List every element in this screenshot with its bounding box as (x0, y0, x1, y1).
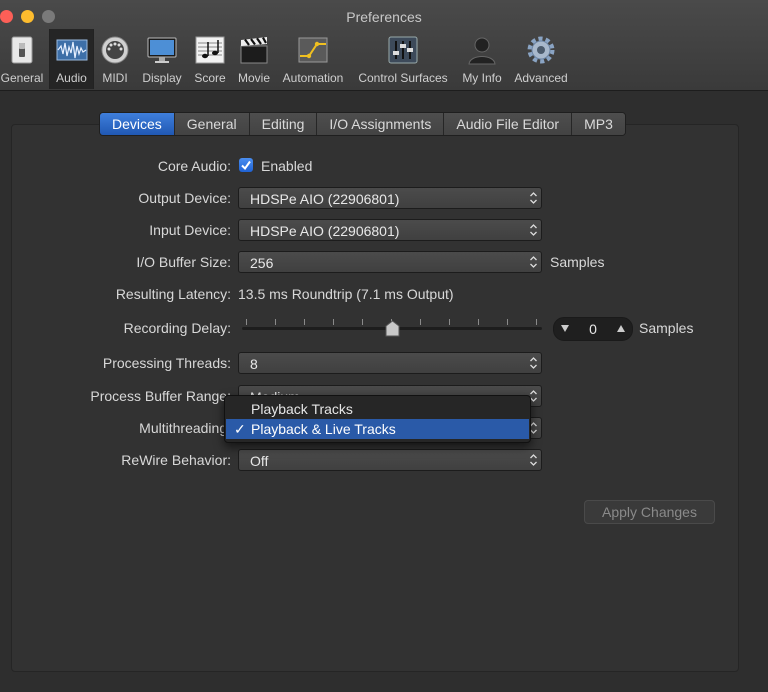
mixer-faders-icon (388, 36, 418, 64)
midi-port-icon (101, 36, 129, 64)
processing-threads-value: 8 (250, 356, 258, 372)
input-device-label: Input Device: (149, 222, 231, 238)
menu-item-playback-tracks[interactable]: Playback Tracks (226, 399, 529, 419)
person-icon (468, 37, 496, 65)
popup-arrows-icon (530, 192, 537, 204)
popup-arrows-icon (530, 256, 537, 268)
toolbar-item-audio[interactable]: Audio (49, 29, 94, 89)
checkmark-icon (241, 160, 251, 171)
increment-icon[interactable] (616, 324, 626, 333)
toolbar-label: MIDI (102, 71, 128, 85)
tab-mp3[interactable]: MP3 (572, 113, 625, 135)
output-device-label: Output Device: (138, 190, 231, 206)
popup-arrows-icon (530, 357, 537, 369)
toolbar-item-display[interactable]: Display (139, 29, 185, 89)
io-buffer-size-popup[interactable]: 256 (238, 251, 542, 273)
toolbar-label: Movie (237, 71, 270, 85)
recording-delay-unit: Samples (639, 320, 694, 336)
slider-tick (362, 319, 363, 325)
toolbar-label: General (0, 71, 44, 85)
menu-item-label: Playback Tracks (251, 401, 353, 417)
toolbar-label: Advanced (514, 71, 568, 85)
slider-tick (420, 319, 421, 325)
popup-arrows-icon (530, 454, 537, 466)
toolbar-label: My Info (462, 71, 502, 85)
io-buffer-unit: Samples (550, 254, 605, 270)
output-device-value: HDSPe AIO (22906801) (250, 191, 400, 207)
menu-item-playback-live-tracks[interactable]: ✓ Playback & Live Tracks (226, 419, 529, 439)
core-audio-enabled-label[interactable]: Enabled (261, 158, 312, 174)
toolbar-item-automation[interactable]: Automation (279, 29, 347, 89)
slider-tick (246, 319, 247, 325)
resulting-latency-value: 13.5 ms Roundtrip (7.1 ms Output) (238, 286, 454, 302)
popup-arrows-icon (530, 224, 537, 236)
slider-tick (507, 319, 508, 325)
input-device-value: HDSPe AIO (22906801) (250, 223, 400, 239)
io-buffer-size-label: I/O Buffer Size: (136, 254, 231, 270)
toolbar-label: Display (142, 71, 182, 85)
toolbar-item-control-surfaces[interactable]: Control Surfaces (352, 29, 454, 89)
gear-icon (527, 36, 555, 64)
toolbar-item-midi[interactable]: MIDI (96, 29, 134, 89)
input-device-popup[interactable]: HDSPe AIO (22906801) (238, 219, 542, 241)
toolbar-item-general[interactable]: General (0, 29, 44, 89)
rewire-behavior-popup[interactable]: Off (238, 449, 542, 471)
tab-io-assignments[interactable]: I/O Assignments (317, 113, 445, 135)
toolbar-item-advanced[interactable]: Advanced (510, 29, 572, 89)
checkmark-icon: ✓ (234, 421, 246, 437)
slider-tick (536, 319, 537, 325)
tab-devices[interactable]: Devices (100, 113, 175, 135)
slider-tick (449, 319, 450, 325)
clapperboard-icon (240, 37, 268, 64)
tab-audio-file-editor[interactable]: Audio File Editor (444, 113, 573, 135)
core-audio-enabled-checkbox[interactable] (239, 158, 253, 172)
tab-editing[interactable]: Editing (249, 113, 318, 135)
waveform-icon (56, 39, 87, 61)
toolbar-item-movie[interactable]: Movie (234, 29, 274, 89)
recording-delay-slider-knob[interactable] (385, 320, 400, 337)
slider-tick (333, 319, 334, 325)
menu-item-label: Playback & Live Tracks (251, 421, 396, 437)
toolbar-label: Score (194, 71, 226, 85)
multithreading-label: Multithreading: (139, 420, 231, 436)
recording-delay-stepper[interactable]: 0 (553, 317, 633, 341)
switch-icon (11, 36, 33, 64)
tab-general[interactable]: General (174, 113, 250, 135)
title-bar: Preferences General Audio MIDI Display S… (0, 0, 768, 91)
toolbar-item-score[interactable]: Score (190, 29, 230, 89)
toolbar-item-my-info[interactable]: My Info (458, 29, 506, 89)
toolbar-label: Audio (56, 71, 87, 85)
toolbar-label: Control Surfaces (358, 71, 448, 85)
apply-changes-button[interactable]: Apply Changes (584, 500, 715, 524)
monitor-icon (147, 37, 177, 63)
recording-delay-label: Recording Delay: (123, 320, 231, 336)
rewire-behavior-label: ReWire Behavior: (121, 452, 231, 468)
processing-threads-popup[interactable]: 8 (238, 352, 542, 374)
multithreading-menu: Playback Tracks ✓ Playback & Live Tracks (224, 395, 531, 443)
slider-tick (304, 319, 305, 325)
process-buffer-range-label: Process Buffer Range: (90, 388, 231, 404)
automation-icon (298, 37, 328, 63)
preferences-window: Preferences General Audio MIDI Display S… (0, 0, 768, 692)
toolbar-label: Automation (282, 71, 344, 85)
core-audio-label: Core Audio: (157, 158, 231, 174)
slider-tick (275, 319, 276, 325)
output-device-popup[interactable]: HDSPe AIO (22906801) (238, 187, 542, 209)
processing-threads-label: Processing Threads: (102, 355, 231, 371)
rewire-behavior-value: Off (250, 453, 269, 469)
resulting-latency-label: Resulting Latency: (115, 286, 231, 302)
slider-tick (478, 319, 479, 325)
music-notes-icon (195, 36, 225, 64)
io-buffer-size-value: 256 (250, 255, 274, 271)
window-title: Preferences (346, 9, 422, 25)
tab-bar: Devices General Editing I/O Assignments … (99, 112, 626, 136)
